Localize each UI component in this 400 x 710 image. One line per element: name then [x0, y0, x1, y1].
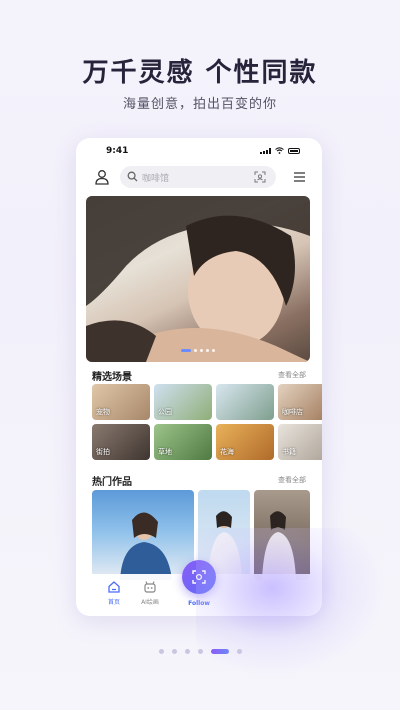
nav-ai-draw-label: AI绘画	[141, 599, 159, 606]
page-dot[interactable]	[158, 649, 164, 654]
scene-card[interactable]: 街拍	[92, 424, 150, 460]
scene-label: 宠物	[96, 408, 110, 416]
page-dot[interactable]	[197, 649, 203, 654]
phone-mockup: 9:41 咖啡馆 精选场景 查看全部 宠物 公园 咖啡店 街拍 草地 花海 书籍…	[76, 138, 322, 616]
scene-card[interactable]: 咖啡店	[278, 384, 322, 420]
ai-paint-icon	[144, 581, 156, 593]
scene-label: 街拍	[96, 448, 110, 456]
work-card[interactable]	[92, 490, 194, 580]
works-header: 热门作品 查看全部	[92, 473, 306, 488]
status-time: 9:41	[106, 146, 129, 156]
works-view-all-link[interactable]: 查看全部	[278, 475, 306, 485]
page-dot[interactable]	[236, 649, 242, 654]
menu-icon[interactable]	[293, 171, 306, 183]
scene-label: 书籍	[282, 448, 296, 456]
page-dot[interactable]	[171, 649, 177, 654]
scene-label: 公园	[158, 408, 172, 416]
battery-icon	[288, 147, 300, 154]
search-placeholder: 咖啡馆	[142, 174, 170, 184]
banner-photo	[86, 196, 310, 362]
scene-card[interactable]: 草地	[154, 424, 212, 460]
work-photo	[120, 512, 172, 580]
scene-card[interactable]: 宠物	[92, 384, 150, 420]
nav-ai-draw[interactable]: AI绘画	[130, 580, 170, 606]
scene-card[interactable]: 书籍	[278, 424, 322, 460]
work-card[interactable]	[254, 490, 310, 580]
scene-label: 草地	[158, 448, 172, 456]
hero-title: 万千灵感 个性同款	[82, 58, 318, 88]
works-title: 热门作品	[92, 477, 132, 488]
banner-dots	[86, 349, 310, 352]
scene-card[interactable]	[216, 384, 274, 420]
bottom-navigation: 首页 AI绘画 Follow	[76, 560, 322, 616]
hero-subtitle: 海量创意，拍出百变的你	[122, 97, 277, 112]
search-icon	[127, 171, 138, 182]
search-bar[interactable]: 咖啡馆	[120, 166, 276, 188]
scene-card[interactable]: 公园	[154, 384, 212, 420]
user-profile-icon[interactable]	[94, 169, 110, 185]
scene-label: 花海	[220, 448, 234, 456]
banner-dot[interactable]	[212, 349, 215, 352]
scenes-header: 精选场景 查看全部	[92, 368, 306, 383]
signal-icon	[260, 147, 271, 154]
camera-icon	[192, 570, 206, 584]
banner-dot[interactable]	[206, 349, 209, 352]
top-bar: 咖啡馆	[76, 166, 322, 190]
banner-dot[interactable]	[194, 349, 197, 352]
scenes-view-all-link[interactable]: 查看全部	[278, 370, 306, 380]
page-dot[interactable]	[210, 649, 229, 654]
nav-follow-label: Follow	[188, 600, 210, 607]
nav-home[interactable]: 首页	[94, 580, 134, 606]
banner-dot[interactable]	[200, 349, 203, 352]
banner-carousel[interactable]	[86, 196, 310, 362]
page-indicator	[0, 649, 400, 654]
scene-label: 咖啡店	[282, 408, 303, 416]
nav-home-label: 首页	[107, 599, 120, 606]
work-photo	[262, 511, 296, 580]
status-bar: 9:41	[76, 138, 322, 164]
page-dot[interactable]	[184, 649, 190, 654]
home-icon	[108, 581, 120, 593]
scan-icon[interactable]	[254, 171, 266, 183]
status-icons	[260, 147, 300, 154]
wifi-icon	[275, 147, 284, 154]
banner-dot[interactable]	[181, 349, 191, 352]
follow-camera-button[interactable]	[182, 560, 216, 594]
scenes-grid: 宠物 公园 咖啡店 街拍 草地 花海 书籍	[92, 384, 322, 462]
scenes-title: 精选场景	[92, 372, 132, 383]
scene-card[interactable]: 花海	[216, 424, 274, 460]
